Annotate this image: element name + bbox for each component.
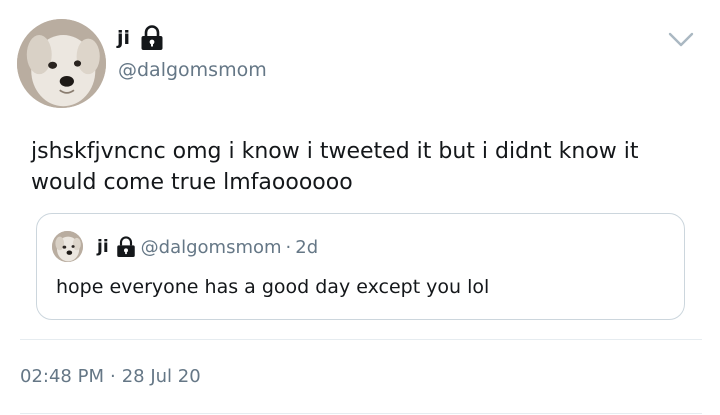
quoted-separator: · [285, 236, 292, 258]
lock-icon [116, 236, 136, 258]
tweet-timestamp[interactable]: 02:48 PM · 28 Jul 20 [20, 366, 201, 387]
tweet-date: 28 Jul 20 [121, 366, 201, 387]
timestamp-separator: · [109, 366, 116, 387]
quoted-tweet-header: ji @dalgomsmom · 2d [97, 235, 318, 259]
quoted-author-handle: @dalgomsmom [140, 236, 282, 258]
quoted-tweet-text: hope everyone has a good day except you … [56, 276, 490, 298]
lock-icon [140, 25, 164, 51]
chevron-down-icon[interactable] [668, 31, 694, 49]
dog-avatar-icon [17, 19, 106, 108]
quoted-author-display-name: ji [97, 237, 109, 257]
quoted-author-avatar [52, 231, 83, 262]
author-avatar[interactable] [17, 19, 106, 108]
divider [20, 339, 702, 340]
tweet-text: jshskfjvncnc omg i know i tweeted it but… [31, 139, 639, 195]
author-handle[interactable]: @dalgomsmom [118, 59, 267, 81]
divider [20, 413, 702, 414]
author-display-name[interactable]: ji [117, 27, 130, 49]
quoted-tweet-card[interactable]: ji @dalgomsmom · 2d hope everyone has a … [36, 213, 685, 320]
author-name-row: ji [117, 24, 164, 52]
tweet-time: 02:48 PM [20, 366, 104, 387]
quoted-tweet-age: 2d [295, 236, 319, 258]
dog-avatar-icon [52, 231, 83, 262]
